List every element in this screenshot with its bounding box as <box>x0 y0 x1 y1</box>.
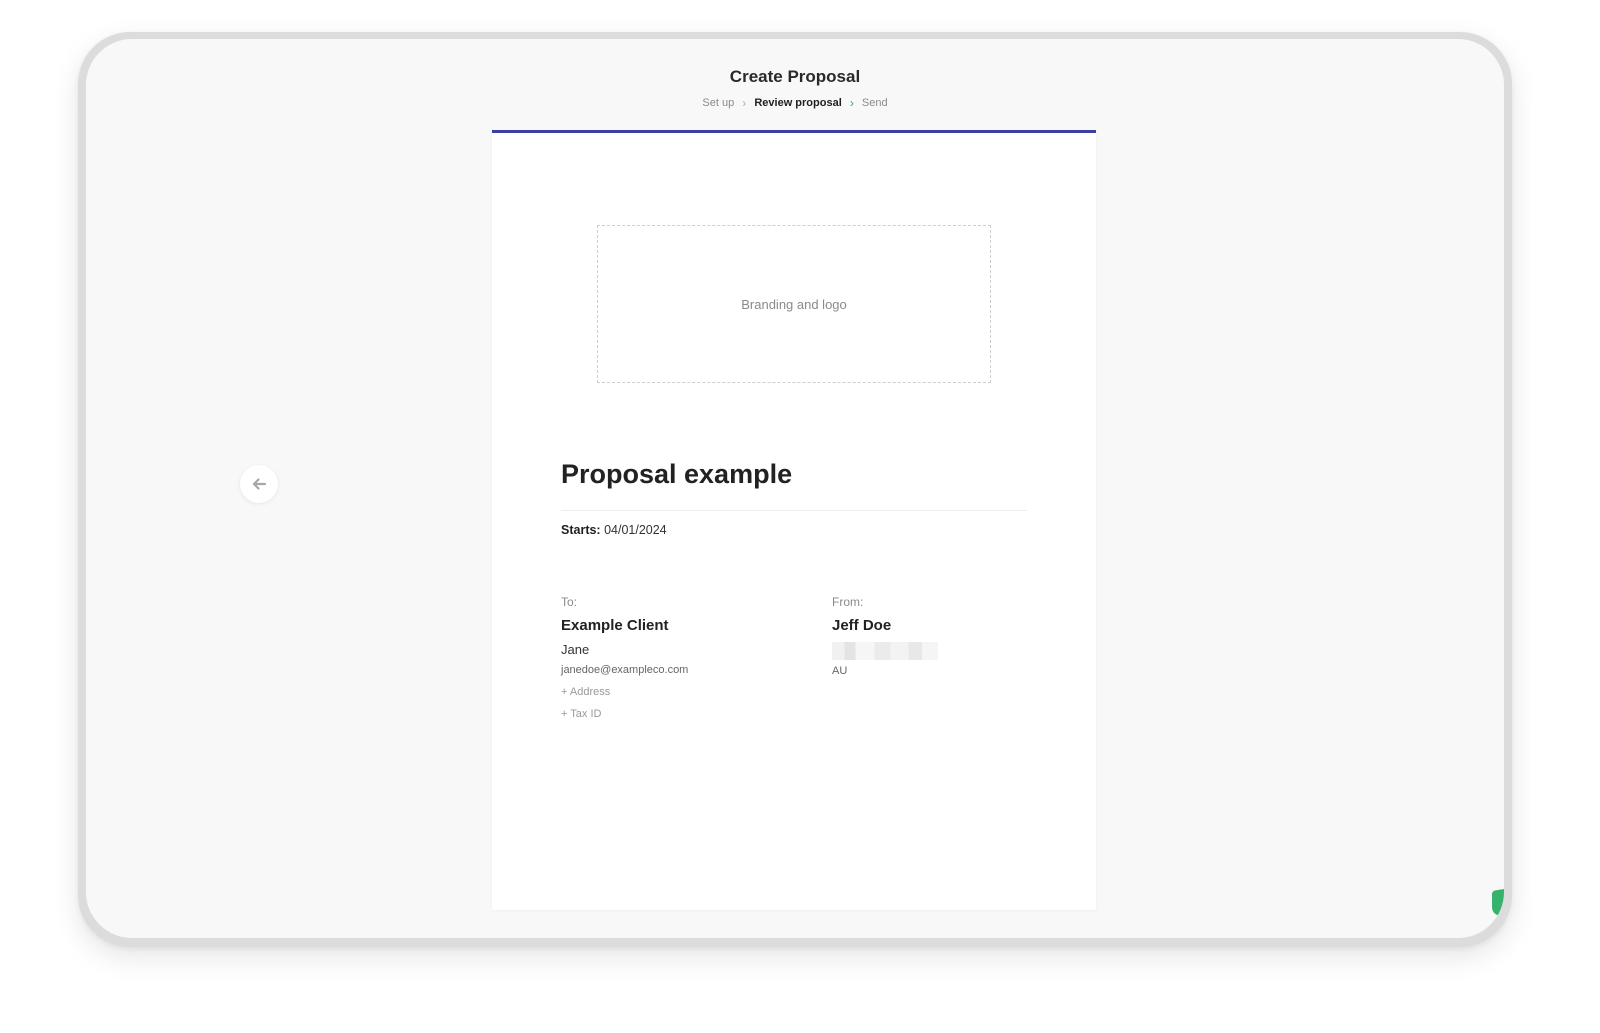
client-name[interactable]: Example Client <box>561 617 688 634</box>
client-email[interactable]: janedoe@exampleco.com <box>561 664 688 676</box>
start-date-value: 04/01/2024 <box>604 523 667 537</box>
device-frame: Create Proposal Set up › Review proposal… <box>78 32 1512 947</box>
add-tax-id-link[interactable]: + Tax ID <box>561 708 688 720</box>
step-review-proposal[interactable]: Review proposal <box>754 97 841 109</box>
title-divider <box>561 510 1027 511</box>
step-setup[interactable]: Set up <box>702 97 734 109</box>
recipient-section: To: Example Client Jane janedoe@examplec… <box>561 595 688 720</box>
branding-placeholder-text: Branding and logo <box>741 296 847 312</box>
to-label: To: <box>561 595 578 609</box>
page-title: Create Proposal <box>729 67 861 86</box>
help-widget-tab[interactable] <box>1492 888 1504 918</box>
start-date-label: Starts: <box>561 523 601 537</box>
back-button[interactable] <box>240 465 278 503</box>
breadcrumb: Set up › Review proposal › Send <box>86 96 1504 110</box>
arrow-left-icon <box>252 478 267 490</box>
sender-name[interactable]: Jeff Doe <box>832 617 938 634</box>
add-address-link[interactable]: + Address <box>561 686 688 698</box>
step-send[interactable]: Send <box>862 97 888 109</box>
from-label: From: <box>832 595 864 609</box>
proposal-title[interactable]: Proposal example <box>561 459 792 490</box>
app-screen: Create Proposal Set up › Review proposal… <box>86 39 1504 938</box>
start-date[interactable]: Starts: 04/01/2024 <box>561 523 667 537</box>
sender-country: AU <box>832 665 848 677</box>
client-contact-name[interactable]: Jane <box>561 642 688 657</box>
proposal-document: Branding and logo Proposal example Start… <box>492 130 1096 910</box>
chevron-right-icon: › <box>742 96 747 110</box>
redacted-sender-detail <box>832 642 938 660</box>
branding-logo-dropzone[interactable]: Branding and logo <box>597 225 991 383</box>
chevron-right-icon: › <box>849 96 854 110</box>
sender-section: From: Jeff Doe AU <box>832 595 938 677</box>
